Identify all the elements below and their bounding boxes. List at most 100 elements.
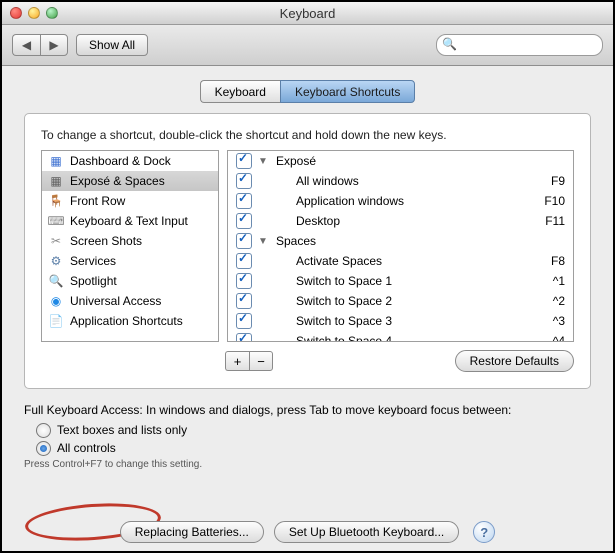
- window-title: Keyboard: [2, 6, 613, 21]
- shortcut-key: ^2: [537, 294, 565, 308]
- shortcut-row[interactable]: Activate Spaces F8: [228, 251, 573, 271]
- disclosure-triangle-icon: ▼: [258, 236, 268, 247]
- shortcut-label: Switch to Space 2: [274, 294, 531, 308]
- category-list[interactable]: ▦ Dashboard & Dock ▦ Exposé & Spaces 🪑 Front …: [41, 150, 219, 342]
- help-button[interactable]: ?: [473, 521, 495, 543]
- shortcut-row[interactable]: All windowsF9: [228, 171, 573, 191]
- restore-defaults-button[interactable]: Restore Defaults: [455, 350, 574, 372]
- checkbox[interactable]: [236, 173, 252, 189]
- tab-bar: Keyboard Keyboard Shortcuts: [24, 80, 591, 103]
- shortcut-row[interactable]: Application windowsF10: [228, 191, 573, 211]
- shortcut-row[interactable]: Switch to Space 3 ^3: [228, 311, 573, 331]
- zoom-icon[interactable]: [46, 7, 58, 19]
- checkbox[interactable]: [236, 233, 252, 249]
- screenshot-icon: ✂: [48, 233, 64, 249]
- forward-button[interactable]: ▶: [40, 34, 68, 56]
- preferences-window: Keyboard ◀ ▶ Show All 🔍 Keyboard Keyboar…: [0, 0, 615, 553]
- close-icon[interactable]: [10, 7, 22, 19]
- shortcut-key: ^3: [537, 314, 565, 328]
- fka-option-textboxes[interactable]: Text boxes and lists only: [36, 421, 591, 439]
- radio-icon: [36, 423, 51, 438]
- fka-option-label: Text boxes and lists only: [57, 423, 187, 437]
- category-label: Spotlight: [70, 274, 117, 288]
- shortcut-row[interactable]: Switch to Space 1 ^1: [228, 271, 573, 291]
- replacing-batteries-button[interactable]: Replacing Batteries...: [120, 521, 264, 543]
- category-row[interactable]: ⌨ Keyboard & Text Input: [42, 211, 218, 231]
- content-area: Keyboard Keyboard Shortcuts To change a …: [2, 66, 613, 553]
- shortcut-list[interactable]: ▼ExposéAll windowsF9Application windowsF…: [227, 150, 574, 342]
- category-label: Dashboard & Dock: [70, 154, 171, 168]
- fka-option-allcontrols[interactable]: All controls: [36, 439, 591, 457]
- frontrow-icon: 🪑: [48, 193, 64, 209]
- dashboard-icon: ▦: [48, 153, 64, 169]
- shortcut-key: F9: [537, 174, 565, 188]
- remove-button[interactable]: −: [249, 351, 273, 371]
- shortcut-row[interactable]: ▼Exposé: [228, 151, 573, 171]
- shortcut-label: Switch to Space 1: [274, 274, 531, 288]
- shortcut-row[interactable]: Switch to Space 2 ^2: [228, 291, 573, 311]
- category-row[interactable]: ▦ Dashboard & Dock: [42, 151, 218, 171]
- shortcut-label: Desktop: [274, 214, 531, 228]
- shortcut-label: Switch to Space 3: [274, 314, 531, 328]
- category-label: Front Row: [70, 194, 125, 208]
- show-all-button[interactable]: Show All: [76, 34, 148, 56]
- shortcut-row[interactable]: ▼Spaces: [228, 231, 573, 251]
- fka-radio-group: Text boxes and lists only All controls: [36, 421, 591, 457]
- shortcut-label: Activate Spaces: [274, 254, 531, 268]
- appshortcuts-icon: 📄: [48, 313, 64, 329]
- tab-keyboard-shortcuts[interactable]: Keyboard Shortcuts: [280, 80, 415, 103]
- category-row[interactable]: ✂Screen Shots: [42, 231, 218, 251]
- category-row[interactable]: 📄 Application Shortcuts: [42, 311, 218, 331]
- nav-segmented: ◀ ▶: [12, 34, 68, 56]
- shortcut-key: ^1: [537, 274, 565, 288]
- tab-keyboard[interactable]: Keyboard: [200, 80, 280, 103]
- expose-icon: ▦: [48, 173, 64, 189]
- back-button[interactable]: ◀: [12, 34, 40, 56]
- category-label: Keyboard & Text Input: [70, 214, 188, 228]
- fka-option-label: All controls: [57, 441, 116, 455]
- shortcut-label: Switch to Space 4: [274, 334, 531, 342]
- category-row[interactable]: ◉ Universal Access: [42, 291, 218, 311]
- disclosure-triangle-icon: ▼: [258, 156, 268, 167]
- window-controls: [10, 7, 58, 19]
- checkbox[interactable]: [236, 333, 252, 342]
- titlebar: Keyboard: [2, 2, 613, 25]
- category-label: Application Shortcuts: [70, 314, 183, 328]
- category-label: Services: [70, 254, 116, 268]
- category-row[interactable]: 🔍 Spotlight: [42, 271, 218, 291]
- category-label: Universal Access: [70, 294, 161, 308]
- shortcut-row[interactable]: Switch to Space 4 ^4: [228, 331, 573, 342]
- minimize-icon[interactable]: [28, 7, 40, 19]
- shortcut-key: F11: [537, 214, 565, 228]
- add-button[interactable]: +: [225, 351, 249, 371]
- universal-icon: ◉: [48, 293, 64, 309]
- checkbox[interactable]: [236, 273, 252, 289]
- shortcut-key: F10: [537, 194, 565, 208]
- category-label: Exposé & Spaces: [70, 174, 165, 188]
- checkbox[interactable]: [236, 253, 252, 269]
- shortcut-row[interactable]: Desktop F11: [228, 211, 573, 231]
- keyboard-text-icon: ⌨: [48, 213, 64, 229]
- checkbox[interactable]: [236, 293, 252, 309]
- category-row[interactable]: 🪑 Front Row: [42, 191, 218, 211]
- category-row[interactable]: ⚙ Services: [42, 251, 218, 271]
- checkbox[interactable]: [236, 213, 252, 229]
- add-remove-segment: + −: [225, 351, 273, 371]
- checkbox[interactable]: [236, 153, 252, 169]
- spotlight-icon: 🔍: [48, 273, 64, 289]
- category-row[interactable]: ▦ Exposé & Spaces: [42, 171, 218, 191]
- toolbar: ◀ ▶ Show All 🔍: [2, 25, 613, 66]
- list-controls: + − Restore Defaults: [41, 350, 574, 372]
- search-input[interactable]: [436, 34, 603, 56]
- services-icon: ⚙: [48, 253, 64, 269]
- shortcut-key: F8: [537, 254, 565, 268]
- search-wrap: 🔍: [436, 34, 603, 56]
- shortcut-key: ^4: [537, 334, 565, 342]
- bottom-button-row: Replacing Batteries... Set Up Bluetooth …: [2, 521, 613, 543]
- radio-icon: [36, 441, 51, 456]
- full-keyboard-access-label: Full Keyboard Access: In windows and dia…: [24, 403, 591, 417]
- checkbox[interactable]: [236, 313, 252, 329]
- checkbox[interactable]: [236, 193, 252, 209]
- fka-hint: Press Control+F7 to change this setting.: [24, 459, 591, 470]
- setup-bluetooth-button[interactable]: Set Up Bluetooth Keyboard...: [274, 521, 459, 543]
